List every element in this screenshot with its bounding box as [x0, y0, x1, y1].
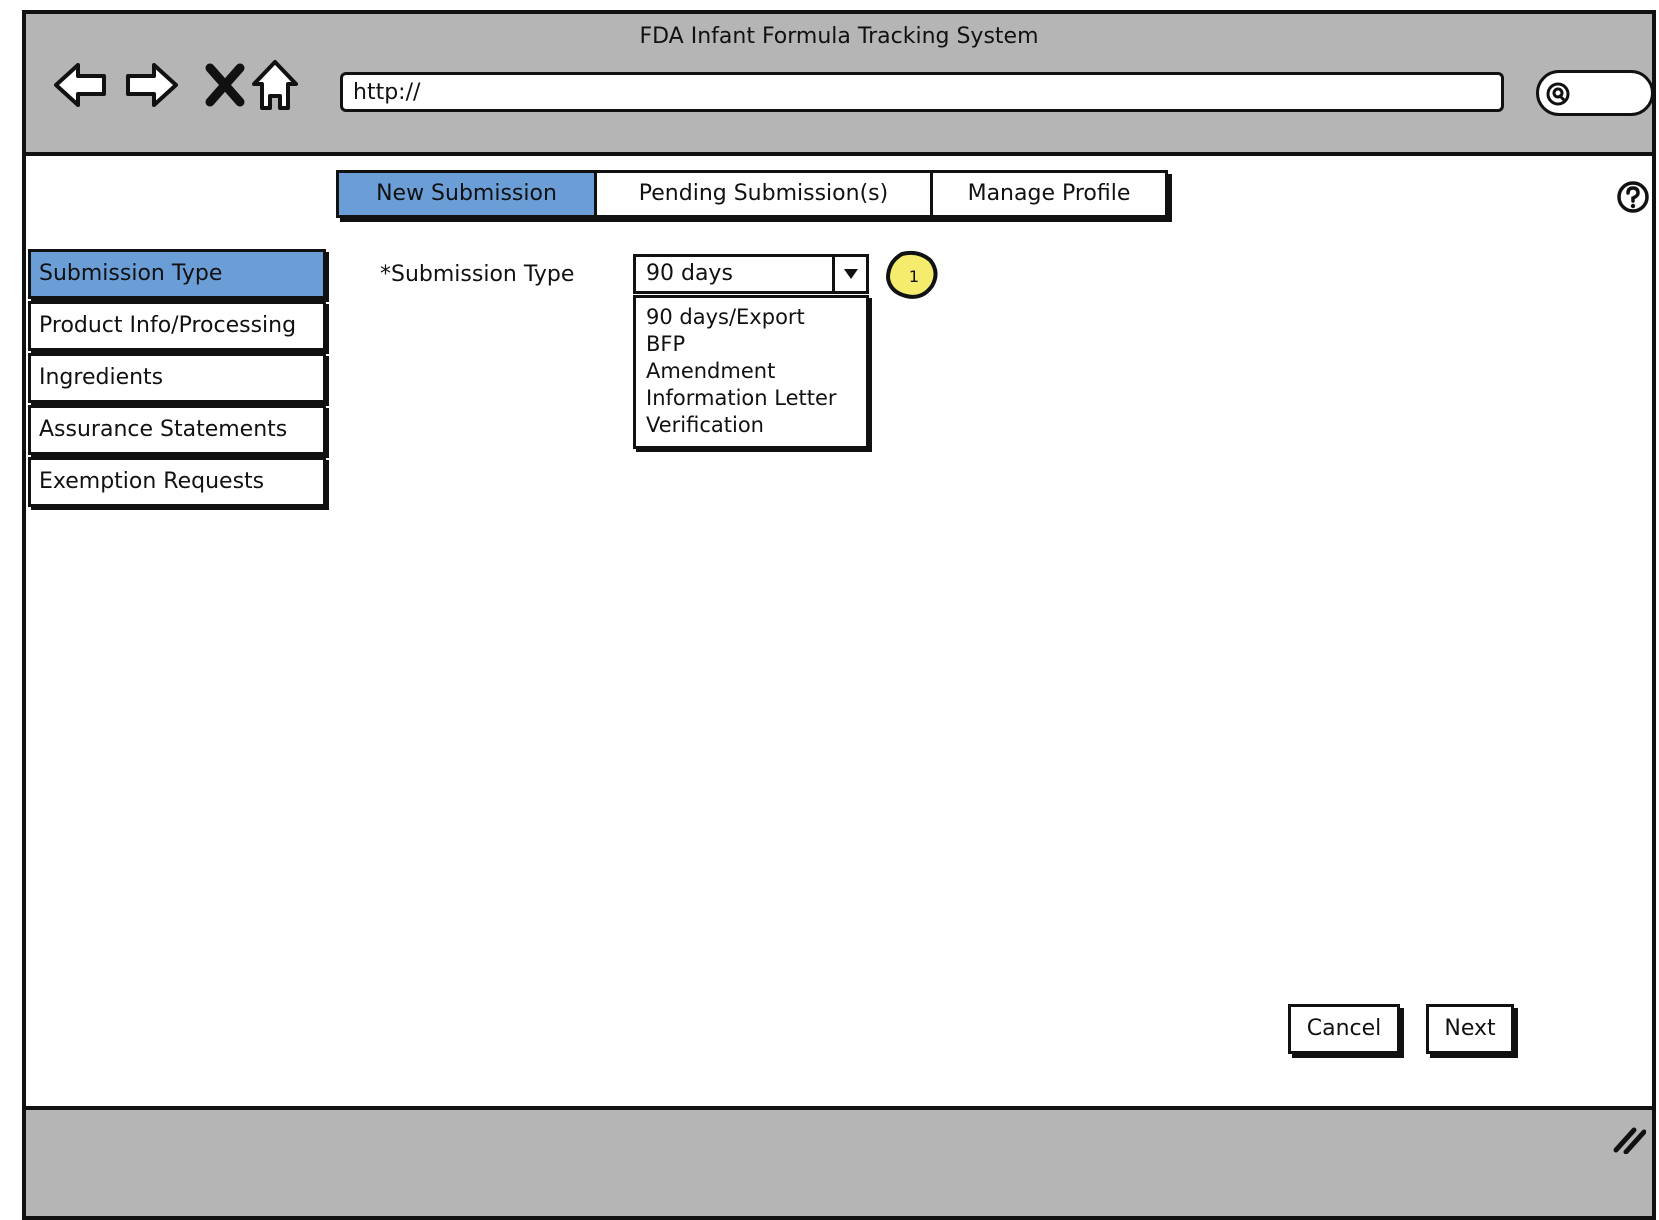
next-button[interactable]: Next: [1426, 1004, 1514, 1054]
back-arrow-icon[interactable]: [52, 56, 110, 114]
submission-type-select[interactable]: 90 days: [633, 254, 869, 294]
home-icon[interactable]: [246, 56, 304, 114]
url-input[interactable]: http://: [340, 72, 1504, 112]
tab-pending-submissions[interactable]: Pending Submission(s): [597, 173, 933, 215]
dropdown-option[interactable]: Verification: [646, 412, 856, 439]
annotation-badge-number: 1: [909, 267, 919, 286]
sidebar-item-assurance-statements[interactable]: Assurance Statements: [28, 405, 326, 455]
annotation-badge: 1: [885, 250, 938, 299]
cancel-button[interactable]: Cancel: [1288, 1004, 1400, 1054]
chevron-down-icon[interactable]: [832, 257, 866, 291]
status-bar: [26, 1106, 1652, 1216]
browser-chrome: FDA Infant Formula Tracking System http:…: [26, 14, 1652, 156]
magnifier-icon: [1546, 82, 1570, 106]
wizard-sidebar: Submission Type Product Info/Processing …: [28, 249, 326, 509]
sidebar-item-ingredients[interactable]: Ingredients: [28, 353, 326, 403]
question-mark-icon[interactable]: [1616, 180, 1650, 214]
submission-type-label: *Submission Type: [380, 262, 575, 287]
forward-arrow-icon[interactable]: [122, 56, 180, 114]
sidebar-item-product-info[interactable]: Product Info/Processing: [28, 301, 326, 351]
tab-manage-profile[interactable]: Manage Profile: [933, 173, 1165, 215]
main-tabs: New Submission Pending Submission(s) Man…: [336, 170, 1168, 218]
dropdown-option[interactable]: Amendment: [646, 358, 856, 385]
sidebar-item-submission-type[interactable]: Submission Type: [28, 249, 326, 299]
submission-type-dropdown: 90 days/Export BFP Amendment Information…: [633, 295, 869, 449]
window-title: FDA Infant Formula Tracking System: [639, 24, 1039, 49]
browser-search-field[interactable]: [1536, 70, 1652, 116]
submission-type-value: 90 days: [646, 261, 733, 286]
dropdown-option[interactable]: BFP: [646, 331, 856, 358]
tab-new-submission[interactable]: New Submission: [339, 173, 597, 215]
browser-window: FDA Infant Formula Tracking System http:…: [22, 10, 1656, 1220]
sidebar-item-exemption-requests[interactable]: Exemption Requests: [28, 457, 326, 507]
dropdown-option[interactable]: 90 days/Export: [646, 304, 856, 331]
dropdown-option[interactable]: Information Letter: [646, 385, 856, 412]
resize-grip-icon[interactable]: [1612, 1124, 1646, 1154]
